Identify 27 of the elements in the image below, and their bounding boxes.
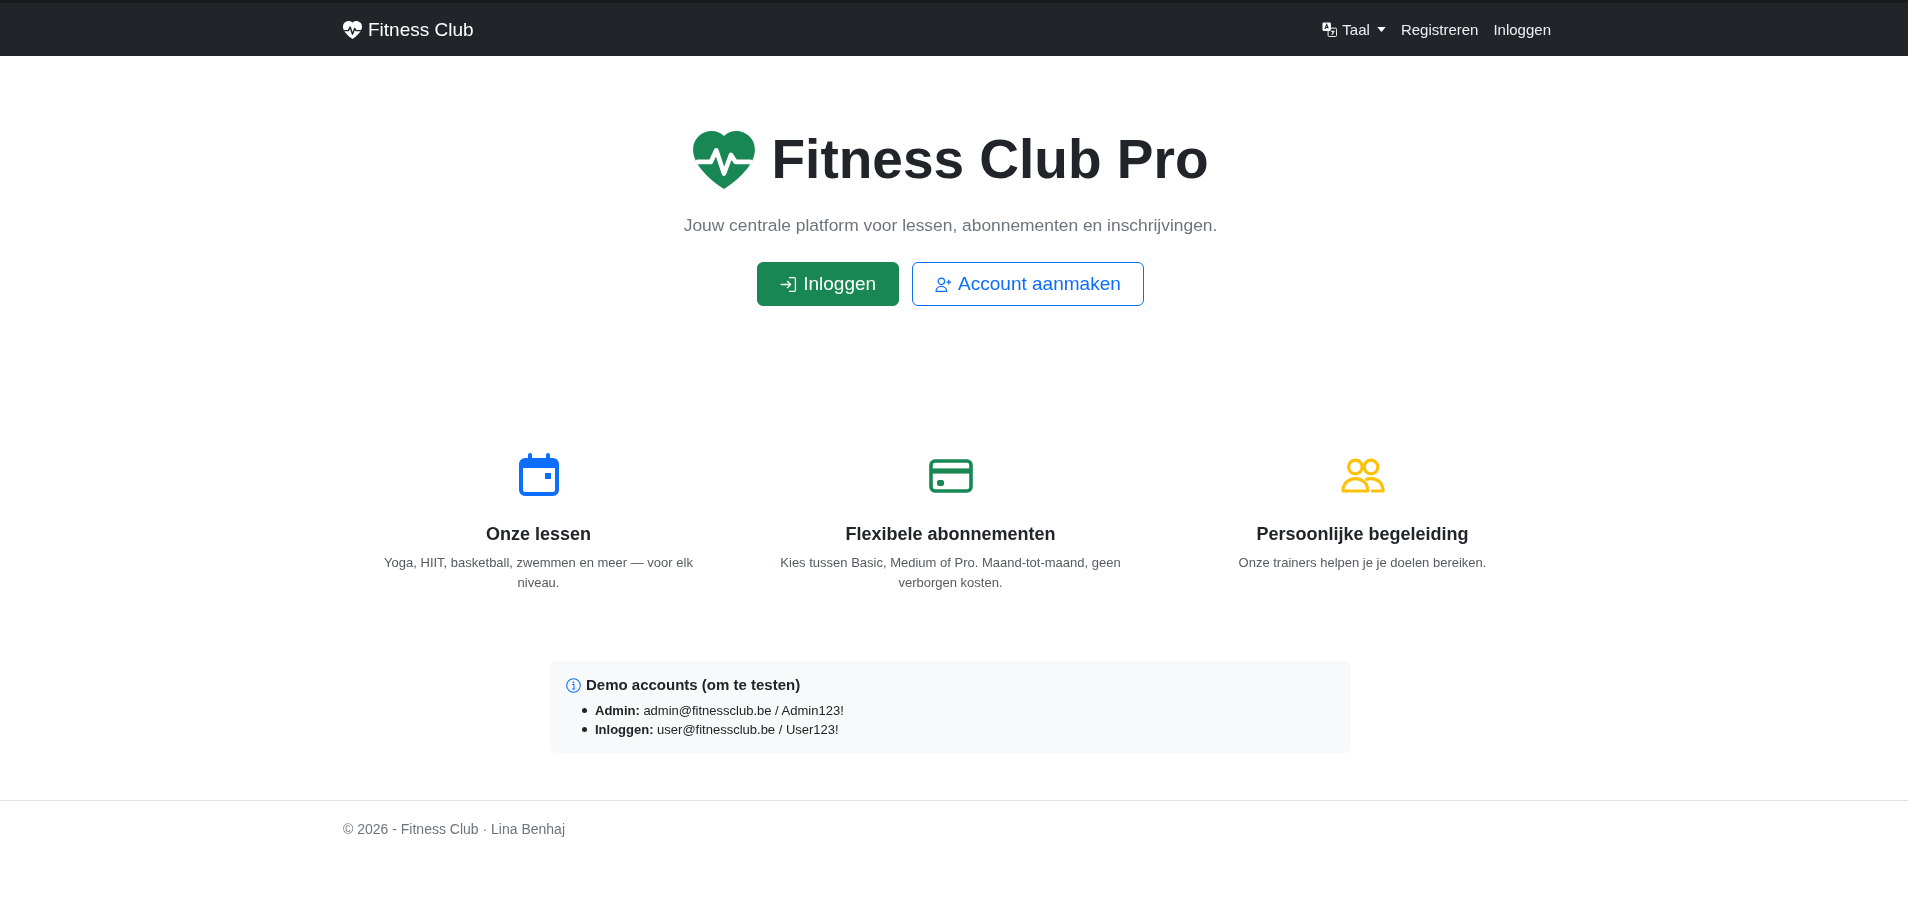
info-icon <box>566 677 581 693</box>
caret-icon <box>1376 27 1386 32</box>
footer-text: © 2026 - Fitness Club · Lina Benhaj <box>343 820 565 839</box>
login-icon <box>780 275 798 293</box>
account-credentials: Admin: admin@fitnessclub.be / Admin123! <box>595 702 844 720</box>
brand-link[interactable]: Fitness Club <box>343 18 474 41</box>
demo-title: Demo accounts (om te testen) <box>586 675 801 695</box>
hero-subtitle: Jouw centrale platform voor lessen, abonnementen en inschrijvingen. <box>683 214 1218 237</box>
feature-description: Kies tussen Basic, Medium of Pro. Maand-tot-maand, geen verborgen kosten. <box>779 554 1122 592</box>
language-dropdown[interactable]: Taal <box>1322 21 1386 38</box>
feature-title: Onze lessen <box>485 523 591 546</box>
create-account-button[interactable]: Account aanmaken <box>912 262 1144 306</box>
login-button[interactable]: Inloggen <box>757 262 900 306</box>
person-plus-icon <box>935 275 953 293</box>
translate-icon <box>1322 22 1338 37</box>
nav-link[interactable]: Inloggen <box>1493 21 1551 38</box>
account-credentials: Inloggen: user@fitnessclub.be / User123! <box>595 721 839 739</box>
bullet-icon <box>582 727 587 732</box>
feature-title: Persoonlijke begeleiding <box>1256 523 1469 546</box>
hero-title: Fitness Club Pro <box>771 127 1209 192</box>
feature-description: Onze trainers helpen je je doelen bereiken. <box>1238 554 1487 572</box>
feature-title: Flexibele abonnementen <box>845 523 1056 546</box>
nav-link[interactable]: Registreren <box>1400 21 1479 38</box>
heart-pulse-icon <box>692 130 755 189</box>
bullet-icon <box>582 708 587 713</box>
feature-description: Yoga, HIIT, basketball, zwemmen en meer — voor elk niveau. <box>383 554 694 592</box>
heart-pulse-icon <box>343 20 362 39</box>
